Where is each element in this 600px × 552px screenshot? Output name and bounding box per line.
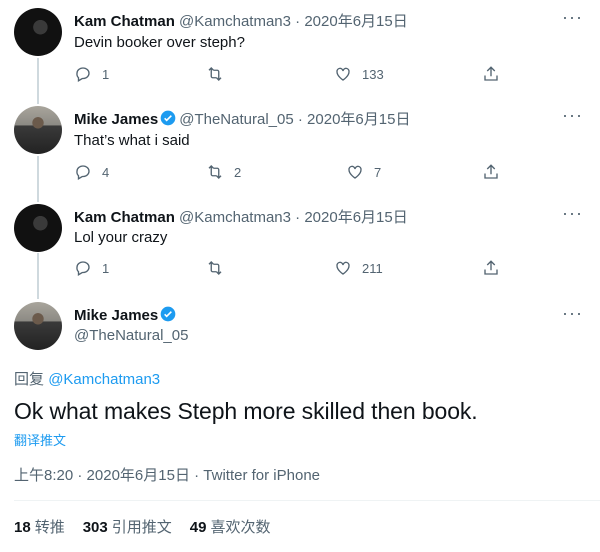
tweet-header: Mike James @TheNatural_05 · 2020年6月15日 — [74, 108, 410, 129]
separator-dot: · — [189, 467, 204, 484]
tweet-header: Kam Chatman @Kamchatman3 · 2020年6月15日 — [74, 10, 408, 31]
tweet-actions: 1 133 — [74, 64, 504, 84]
share-icon — [484, 66, 498, 81]
heart-icon — [336, 67, 350, 81]
tweet-source[interactable]: Twitter for iPhone — [203, 467, 320, 484]
separator-dot: · — [290, 13, 305, 30]
retweet-count: 2 — [234, 164, 242, 180]
share-icon — [484, 260, 498, 275]
like-button[interactable]: 133 — [334, 64, 384, 84]
reply-count: 1 — [102, 260, 110, 276]
reply-count: 4 — [102, 164, 110, 180]
tweet-meta: 上午8:20 · 2020年6月15日 · Twitter for iPhone — [14, 464, 320, 485]
main-tweet-text: Ok what makes Steph more skilled then bo… — [14, 398, 478, 424]
tweet-date[interactable]: 2020年6月15日 — [304, 209, 407, 226]
avatar[interactable] — [14, 302, 62, 350]
reply-icon — [76, 261, 90, 276]
tweet-item[interactable]: Kam Chatman @Kamchatman3 · 2020年6月15日 ··… — [0, 0, 600, 100]
more-icon[interactable]: ··· — [562, 204, 582, 228]
tweet-actions: 4 2 7 — [74, 162, 504, 182]
tweet-item[interactable]: Mike James @TheNatural_05 · 2020年6月15日 ··… — [0, 100, 600, 198]
tweet-item[interactable]: Kam Chatman @Kamchatman3 · 2020年6月15日 ··… — [0, 198, 600, 296]
retweets-count: 18 — [14, 519, 31, 536]
reply-icon — [76, 165, 90, 180]
share-icon — [484, 164, 498, 179]
share-button[interactable] — [482, 64, 500, 84]
share-button[interactable] — [482, 162, 500, 182]
tweet-actions: 1 211 — [74, 258, 504, 278]
verified-badge-icon — [160, 306, 176, 322]
like-count: 211 — [362, 260, 383, 276]
author-name[interactable]: Kam Chatman — [74, 209, 175, 226]
like-button[interactable]: 211 — [334, 258, 383, 278]
tweet-time[interactable]: 上午8:20 — [14, 467, 73, 484]
more-icon[interactable]: ··· — [562, 8, 582, 32]
tweet-header: Kam Chatman @Kamchatman3 · 2020年6月15日 — [74, 206, 408, 227]
main-tweet-author-name-row: Mike James — [74, 306, 179, 324]
like-count: 133 — [362, 66, 384, 82]
share-button[interactable] — [482, 258, 500, 278]
author-name[interactable]: Mike James — [74, 307, 158, 324]
author-handle[interactable]: @Kamchatman3 — [179, 13, 291, 30]
reply-mention-link[interactable]: @Kamchatman3 — [48, 371, 160, 388]
like-count: 7 — [374, 164, 382, 180]
retweets-label: 转推 — [34, 519, 65, 536]
author-handle[interactable]: @Kamchatman3 — [179, 209, 291, 226]
separator-dot: · — [293, 111, 308, 128]
reply-button[interactable]: 1 — [74, 258, 109, 278]
reply-icon — [76, 67, 90, 82]
more-icon[interactable]: ··· — [562, 304, 582, 328]
main-tweet-handle-row: @TheNatural_05 — [74, 327, 188, 344]
retweet-button[interactable]: 2 — [206, 162, 241, 182]
author-name[interactable]: Kam Chatman — [74, 13, 175, 30]
translate-link[interactable]: 翻译推文 — [14, 430, 66, 449]
tweet-date[interactable]: 2020年6月15日 — [307, 111, 410, 128]
reply-button[interactable]: 1 — [74, 64, 109, 84]
likes-label: 喜欢次数 — [210, 519, 271, 536]
heart-icon — [348, 165, 362, 179]
author-handle[interactable]: @TheNatural_05 — [179, 111, 293, 128]
reply-prefix: 回复 — [14, 371, 45, 388]
retweet-icon — [208, 165, 222, 179]
retweet-button[interactable] — [206, 64, 234, 84]
like-button[interactable]: 7 — [346, 162, 381, 182]
tweet-text: Lol your crazy — [74, 229, 168, 246]
retweet-button[interactable] — [206, 258, 234, 278]
tweet-text: That’s what i said — [74, 132, 190, 149]
quotes-label: 引用推文 — [111, 519, 172, 536]
retweets-stat[interactable]: 18 转推 — [14, 516, 65, 537]
avatar[interactable] — [14, 204, 62, 252]
tweet-date[interactable]: 2020年6月15日 — [304, 13, 407, 30]
author-handle[interactable]: @TheNatural_05 — [74, 327, 188, 344]
tweet-date[interactable]: 2020年6月15日 — [87, 467, 190, 484]
reply-button[interactable]: 4 — [74, 162, 109, 182]
likes-count: 49 — [189, 519, 207, 536]
divider — [14, 500, 600, 501]
likes-stat[interactable]: 49 喜欢次数 — [190, 516, 271, 537]
reply-context: 回复 @Kamchatman3 — [14, 368, 160, 389]
tweet-text: Devin booker over steph? — [74, 34, 245, 51]
separator-dot: · — [290, 209, 305, 226]
tweet-stats: 18 转推 303 引用推文 49 喜欢次数 — [14, 516, 270, 537]
quotes-stat[interactable]: 303 引用推文 — [83, 516, 172, 537]
quotes-count: 303 — [82, 519, 108, 536]
reply-count: 1 — [102, 66, 110, 82]
more-icon[interactable]: ··· — [562, 106, 582, 130]
avatar[interactable] — [14, 106, 62, 154]
heart-icon — [336, 261, 350, 275]
retweet-icon — [208, 261, 222, 275]
avatar[interactable] — [14, 8, 62, 56]
retweet-icon — [208, 67, 222, 81]
separator-dot: · — [73, 467, 87, 484]
verified-badge-icon — [160, 110, 176, 126]
author-name[interactable]: Mike James — [74, 111, 158, 128]
